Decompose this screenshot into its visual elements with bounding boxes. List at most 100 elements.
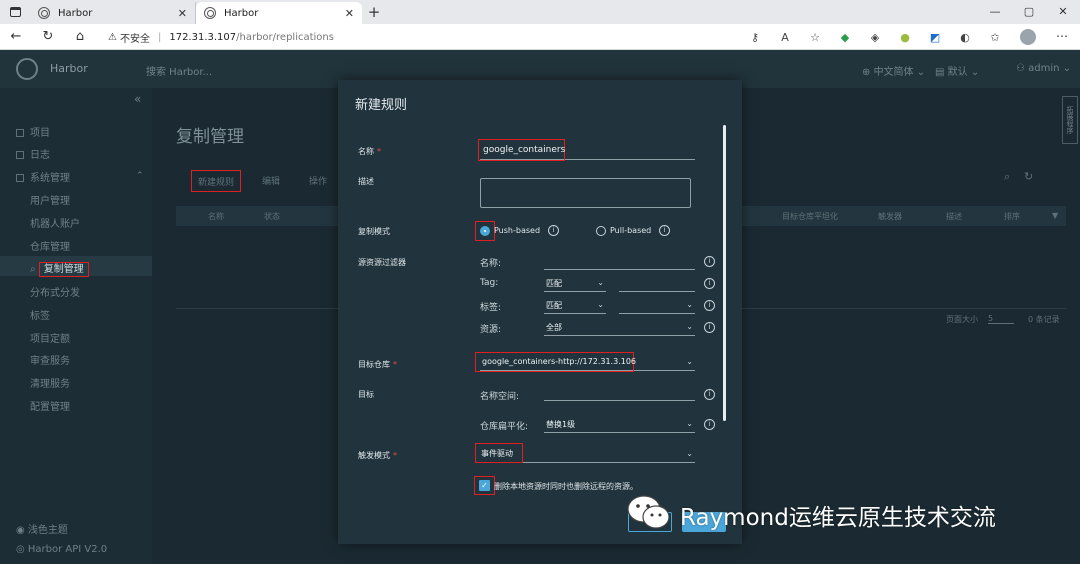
warning-icon[interactable]: ⚠ bbox=[108, 32, 117, 43]
column-header[interactable]: 描述 bbox=[946, 211, 962, 222]
favorite-icon[interactable]: ☆ bbox=[800, 31, 830, 44]
profile-avatar[interactable] bbox=[1020, 29, 1036, 45]
sidebar-item-interrogation[interactable]: 审查服务 bbox=[30, 352, 70, 367]
actions-dropdown[interactable]: 操作 bbox=[303, 170, 333, 192]
sidebar-item-project-quotas[interactable]: 项目定额 bbox=[30, 330, 70, 345]
extension-icon[interactable]: ◐ bbox=[950, 31, 980, 44]
theme-toggle[interactable]: ◉ 浅色主题 bbox=[16, 521, 68, 536]
new-tab-button[interactable]: + bbox=[362, 3, 386, 21]
filter-tag-input[interactable] bbox=[619, 276, 695, 292]
delete-remote-label[interactable]: 删除本地资源时同时也删除远程的资源。 bbox=[494, 481, 638, 492]
url-field[interactable]: ⚠ 不安全 | 172.31.3.107/harbor/replications bbox=[108, 27, 748, 47]
close-icon[interactable]: ✕ bbox=[345, 7, 354, 20]
sidebar-item-registries[interactable]: 仓库管理 bbox=[30, 238, 70, 253]
wechat-icon bbox=[627, 495, 670, 529]
page-size-select[interactable]: 5 bbox=[988, 314, 1014, 324]
column-header[interactable]: 名称 bbox=[208, 211, 224, 222]
info-icon[interactable]: i bbox=[704, 419, 715, 430]
theme-icon: ◉ bbox=[16, 525, 28, 536]
read-aloud-icon[interactable]: A bbox=[770, 31, 800, 44]
sidebar-item-users[interactable]: 用户管理 bbox=[30, 192, 70, 207]
browser-tab[interactable]: Harbor ✕ bbox=[30, 2, 196, 24]
info-icon[interactable]: i bbox=[704, 322, 715, 333]
translate-icon[interactable]: ◩ bbox=[920, 31, 950, 44]
sidebar-item-replications[interactable]: ⌕ 复制管理 bbox=[30, 260, 89, 277]
search-icon[interactable]: ⌕ bbox=[1004, 170, 1010, 184]
collapse-sidebar-icon[interactable]: « bbox=[134, 92, 141, 106]
new-rule-button[interactable]: 新建规则 bbox=[191, 170, 242, 192]
extension-icon[interactable]: ◆ bbox=[830, 31, 860, 44]
description-textarea[interactable] bbox=[480, 178, 691, 208]
info-icon[interactable]: i bbox=[704, 300, 715, 311]
namespace-label: 名称空间: bbox=[480, 392, 520, 402]
theme-selector[interactable]: ▤ 默认 ⌄ bbox=[935, 63, 979, 78]
column-header[interactable]: 排序 bbox=[1004, 211, 1020, 222]
filter-tag-select[interactable]: 匹配 ⌄ bbox=[544, 276, 606, 292]
minimize-button[interactable]: — bbox=[978, 0, 1012, 24]
extension-icon[interactable]: ● bbox=[890, 31, 920, 44]
close-window-button[interactable]: ✕ bbox=[1046, 0, 1080, 24]
edit-rule-button[interactable]: 编辑 bbox=[256, 170, 286, 192]
namespace-input[interactable] bbox=[544, 383, 695, 401]
flattening-label: 仓库扁平化: bbox=[480, 422, 529, 432]
sidebar-item-configuration[interactable]: 配置管理 bbox=[30, 398, 70, 413]
pull-based-label[interactable]: Pull-based bbox=[610, 226, 651, 235]
sidebar-item-logs[interactable]: 日志 bbox=[16, 146, 50, 161]
reload-button[interactable]: ↻ bbox=[32, 29, 64, 44]
logs-icon bbox=[16, 151, 24, 159]
more-icon[interactable]: ⋯ bbox=[1056, 29, 1068, 43]
column-header[interactable]: 状态 bbox=[264, 211, 280, 222]
key-icon[interactable]: ⚷ bbox=[740, 31, 770, 44]
push-based-label[interactable]: Push-based bbox=[494, 226, 540, 235]
chevron-down-icon: ⌄ bbox=[686, 357, 693, 366]
column-header[interactable]: 目标仓库平坦化 bbox=[782, 211, 838, 222]
harbor-favicon-icon bbox=[204, 7, 216, 19]
filter-label-label: 标签: bbox=[480, 303, 502, 313]
filter-label-select[interactable]: 匹配 ⌄ bbox=[544, 298, 606, 314]
description-label: 描述 bbox=[358, 177, 374, 186]
home-button[interactable]: ⌂ bbox=[64, 29, 96, 44]
chevron-down-icon: ⌄ bbox=[686, 449, 693, 458]
api-icon: ◎ bbox=[16, 544, 28, 555]
refresh-icon[interactable]: ↻ bbox=[1024, 170, 1033, 183]
info-icon[interactable]: i bbox=[548, 225, 559, 236]
filter-tag-label: Tag: bbox=[480, 278, 499, 288]
language-selector[interactable]: ⊕ 中文简体 ⌄ bbox=[862, 63, 925, 78]
info-icon[interactable]: i bbox=[704, 278, 715, 289]
info-icon[interactable]: i bbox=[659, 225, 670, 236]
chevron-up-icon[interactable]: ⌃ bbox=[136, 171, 144, 181]
side-panel-tab[interactable]: 拓展程序 bbox=[1062, 96, 1078, 144]
sidebar-item-projects[interactable]: 项目 bbox=[16, 124, 50, 139]
api-link[interactable]: ◎ Harbor API V2.0 bbox=[16, 544, 107, 555]
column-header[interactable]: 触发器 bbox=[878, 211, 902, 222]
address-bar: ← ↻ ⌂ ⚠ 不安全 | 172.31.3.107/harbor/replic… bbox=[0, 24, 1080, 50]
user-menu[interactable]: ⚇ admin ⌄ bbox=[1016, 63, 1071, 74]
close-icon[interactable]: ✕ bbox=[178, 7, 187, 20]
dialog-scrollbar[interactable] bbox=[723, 125, 726, 421]
extension-icon[interactable]: ◈ bbox=[860, 31, 890, 44]
flattening-select[interactable]: 替换1级 ⌄ bbox=[544, 417, 695, 433]
push-based-radio[interactable] bbox=[480, 226, 490, 236]
sidebar-item-robot-accounts[interactable]: 机器人账户 bbox=[30, 215, 80, 230]
filter-label-values-select[interactable]: ⌄ bbox=[619, 298, 695, 314]
sidebar: « 项目 日志 系统管理 ⌃ 用户管理 机器人账户 仓库管理 ⌕ 复制管理 分布… bbox=[0, 88, 152, 564]
info-icon[interactable]: i bbox=[704, 389, 715, 400]
filter-icon[interactable]: ▼ bbox=[1052, 211, 1058, 220]
maximize-button[interactable]: ▢ bbox=[1012, 0, 1046, 24]
sidebar-item-distributions[interactable]: 分布式分发 bbox=[30, 284, 80, 299]
browser-tab-active[interactable]: Harbor ✕ bbox=[196, 2, 362, 24]
tab-actions-icon[interactable] bbox=[0, 0, 30, 24]
pull-based-radio[interactable] bbox=[596, 226, 606, 236]
favorites-bar-icon[interactable]: ✩ bbox=[980, 31, 1010, 44]
sidebar-item-admin[interactable]: 系统管理 bbox=[16, 169, 70, 184]
back-button[interactable]: ← bbox=[0, 29, 32, 44]
delete-remote-checkbox[interactable]: ✓ bbox=[479, 480, 490, 491]
name-label: 名称 * bbox=[358, 147, 381, 156]
filter-resource-select[interactable]: 全部 ⌄ bbox=[544, 320, 695, 336]
filter-name-input[interactable] bbox=[544, 252, 695, 270]
sidebar-item-labels[interactable]: 标签 bbox=[30, 307, 50, 322]
sidebar-item-gc[interactable]: 清理服务 bbox=[30, 375, 70, 390]
info-icon[interactable]: i bbox=[704, 256, 715, 267]
global-search-input[interactable]: 搜索 Harbor... bbox=[146, 63, 212, 78]
page-title: 复制管理 bbox=[176, 127, 244, 147]
